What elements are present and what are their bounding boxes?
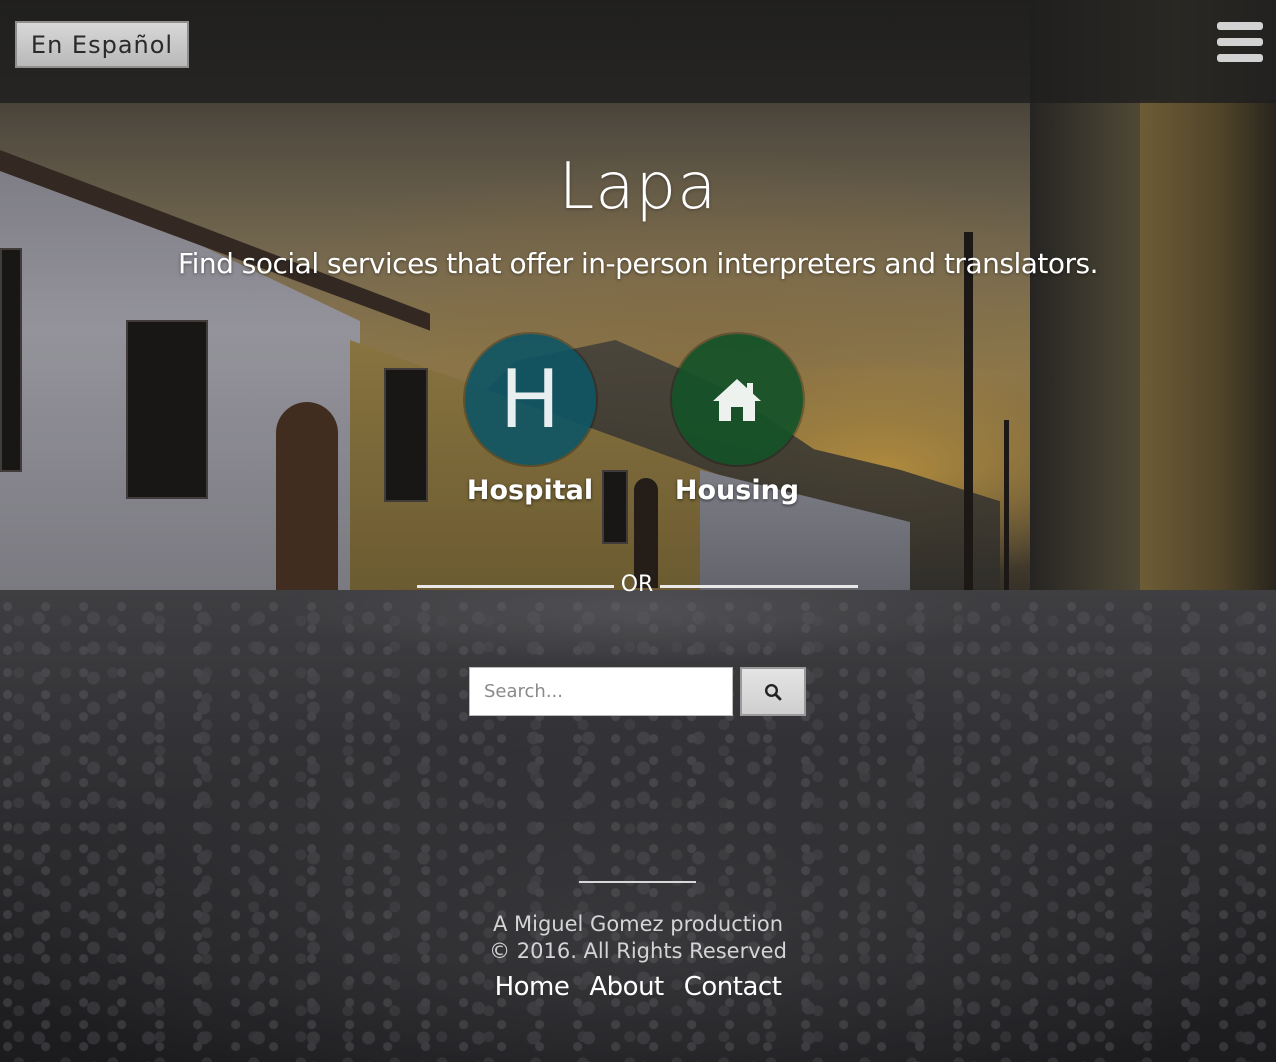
top-nav-bar: En Español [0,0,1276,103]
copyright-text: © 2016. All Rights Reserved [489,939,787,963]
search-input[interactable] [469,667,733,716]
footer-divider [579,881,696,883]
divider-line-right [660,585,858,588]
hospital-glyph: H [499,353,561,446]
footer-nav: Home About Contact [0,972,1276,1002]
tagline: Find social services that offer in-perso… [178,247,1099,280]
credit-text: A Miguel Gomez production [492,912,784,936]
footer-link-about[interactable]: About [589,972,664,1002]
footer-credit: A Miguel Gomez production © 2016. All Ri… [0,911,1276,965]
or-divider-text: OR [620,572,654,597]
hospital-label[interactable]: Hospital [467,475,593,506]
search-icon [764,683,782,700]
footer-link-home[interactable]: Home [495,972,570,1002]
page-title: Lapa [558,150,718,224]
divider-line-left [417,585,614,588]
hospital-h-icon[interactable]: H [464,334,596,465]
footer-link-contact[interactable]: Contact [684,972,782,1002]
housing-label[interactable]: Housing [675,475,799,506]
hamburger-icon[interactable] [1217,22,1263,62]
language-toggle-button[interactable]: En Español [15,21,189,68]
hospital-category-button[interactable]: H Hospital [455,334,605,506]
house-icon[interactable] [671,334,803,465]
housing-category-button[interactable]: Housing [662,334,812,506]
search-button[interactable] [740,667,806,716]
